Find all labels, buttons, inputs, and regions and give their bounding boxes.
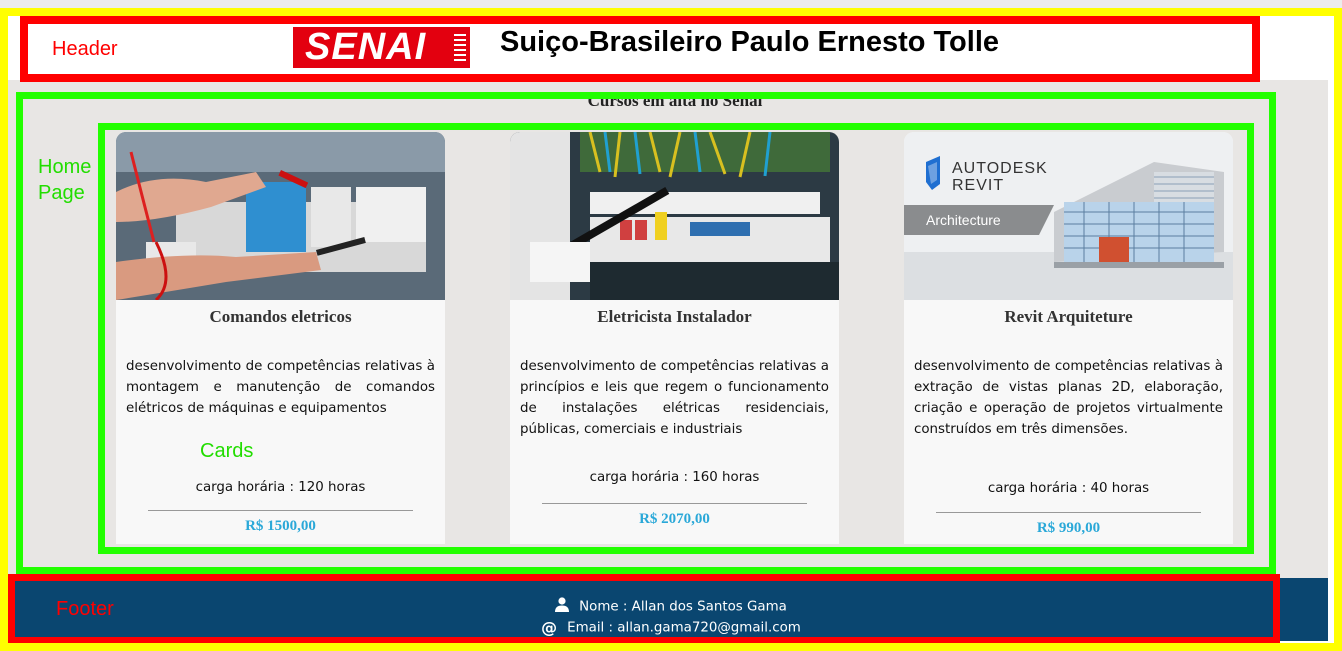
browser-strip	[0, 0, 1342, 8]
outer-annotation-frame	[0, 8, 1342, 651]
